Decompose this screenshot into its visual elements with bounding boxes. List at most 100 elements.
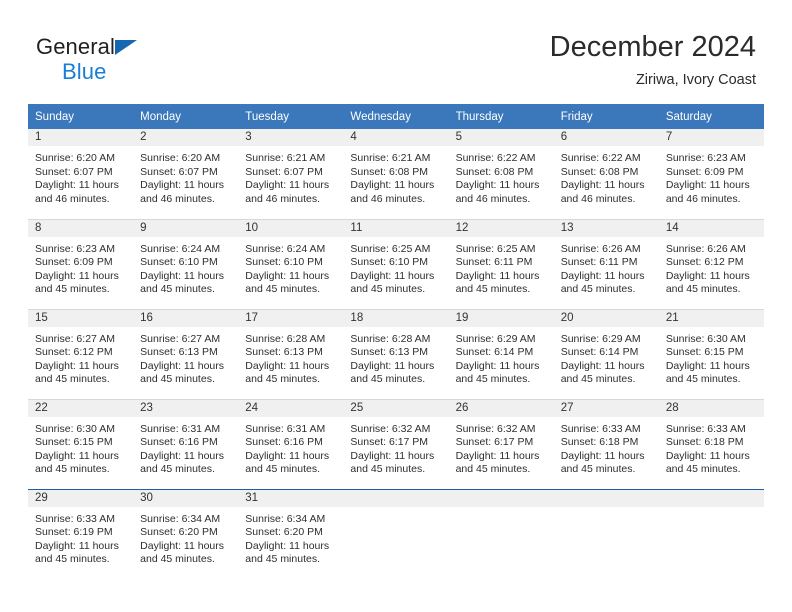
daylight-text-line1: Daylight: 11 hours: [140, 359, 224, 372]
calendar-day-cell[interactable]: 31 Sunrise: 6:34 AM Sunset: 6:20 PM Dayligh…: [238, 488, 344, 574]
day-details: Sunrise: 6:33 AM Sunset: 6:18 PM Daylight:…: [554, 417, 659, 477]
weekday-header-tuesday: Tuesday: [238, 104, 344, 129]
day-cell-inner: 26 Sunrise: 6:32 AM Sunset: 6:17 PM Dayligh…: [448, 399, 554, 477]
daylight-text-line1: Daylight: 11 hours: [140, 179, 224, 192]
day-details: Sunrise: 6:22 AM Sunset: 6:08 PM Daylight:…: [449, 146, 554, 206]
sunrise-text: Sunrise: 6:28 AM: [245, 332, 326, 345]
sunrise-text: Sunrise: 6:24 AM: [245, 242, 326, 255]
calendar-day-cell[interactable]: 12 Sunrise: 6:25 AM Sunset: 6:11 PM Dayligh…: [448, 218, 554, 309]
daylight-text-line2: and 45 minutes.: [245, 283, 320, 296]
calendar-day-cell[interactable]: 1 Sunrise: 6:20 AM Sunset: 6:07 PM Daylight…: [28, 129, 134, 219]
calendar-day-cell[interactable]: 24 Sunrise: 6:31 AM Sunset: 6:16 PM Dayligh…: [238, 398, 344, 489]
sunrise-text: Sunrise: 6:20 AM: [35, 152, 115, 164]
daylight-text-line1: Daylight: 11 hours: [455, 449, 540, 462]
day-details: Sunrise: 6:34 AM Sunset: 6:20 PM Daylight:…: [238, 507, 343, 567]
calendar-day-cell[interactable]: 13 Sunrise: 6:26 AM Sunset: 6:11 PM Dayligh…: [553, 218, 659, 309]
day-cell-inner: 30 Sunrise: 6:34 AM Sunset: 6:20 PM Dayligh…: [133, 489, 239, 567]
daylight-text-line2: and 45 minutes.: [140, 373, 215, 386]
sunrise-text: Sunrise: 6:25 AM: [455, 242, 536, 255]
calendar-day-cell[interactable]: [553, 488, 659, 574]
sunrise-text: Sunrise: 6:34 AM: [140, 512, 221, 525]
day-number: 8: [28, 219, 134, 237]
calendar-day-cell[interactable]: 28 Sunrise: 6:33 AM Sunset: 6:18 PM Dayligh…: [658, 398, 764, 489]
day-number: 6: [553, 129, 659, 146]
sunset-text: Sunset: 6:11 PM: [455, 256, 533, 269]
calendar-day-cell[interactable]: [658, 488, 764, 574]
calendar-day-cell[interactable]: 9 Sunrise: 6:24 AM Sunset: 6:10 PM Daylight…: [133, 218, 239, 309]
day-cell-inner: 22 Sunrise: 6:30 AM Sunset: 6:15 PM Dayligh…: [28, 399, 134, 477]
sunrise-text: Sunrise: 6:33 AM: [665, 422, 746, 435]
day-details: Sunrise: 6:32 AM Sunset: 6:17 PM Daylight:…: [343, 417, 448, 477]
day-number: 11: [343, 219, 449, 237]
day-number: 12: [448, 219, 554, 237]
day-details: [449, 507, 554, 513]
calendar-day-cell[interactable]: 17 Sunrise: 6:28 AM Sunset: 6:13 PM Dayligh…: [238, 308, 344, 399]
day-cell-inner: 1 Sunrise: 6:20 AM Sunset: 6:07 PM Daylight…: [28, 129, 134, 206]
calendar-day-cell[interactable]: 29 Sunrise: 6:33 AM Sunset: 6:19 PM Dayligh…: [28, 488, 134, 574]
calendar-day-cell[interactable]: 19 Sunrise: 6:29 AM Sunset: 6:14 PM Dayligh…: [448, 308, 554, 399]
calendar-day-cell[interactable]: [448, 488, 554, 574]
calendar-day-cell[interactable]: 23 Sunrise: 6:31 AM Sunset: 6:16 PM Dayligh…: [133, 398, 239, 489]
calendar-day-cell[interactable]: 8 Sunrise: 6:23 AM Sunset: 6:09 PM Daylight…: [28, 218, 134, 309]
calendar-day-cell[interactable]: 18 Sunrise: 6:28 AM Sunset: 6:13 PM Dayligh…: [343, 308, 449, 399]
daylight-text-line1: Daylight: 11 hours: [560, 359, 645, 372]
general-blue-logo[interactable]: General Blue: [36, 36, 137, 83]
day-details: Sunrise: 6:30 AM Sunset: 6:15 PM Daylight:…: [28, 417, 133, 477]
day-cell-inner: [553, 489, 659, 513]
calendar-day-cell[interactable]: 26 Sunrise: 6:32 AM Sunset: 6:17 PM Dayligh…: [448, 398, 554, 489]
sunrise-text: Sunrise: 6:33 AM: [560, 422, 641, 435]
day-details: Sunrise: 6:28 AM Sunset: 6:13 PM Daylight:…: [238, 327, 343, 387]
calendar-day-cell[interactable]: 10 Sunrise: 6:24 AM Sunset: 6:10 PM Dayligh…: [238, 218, 344, 309]
day-cell-inner: 4 Sunrise: 6:21 AM Sunset: 6:08 PM Daylight…: [343, 129, 449, 206]
day-details: Sunrise: 6:24 AM Sunset: 6:10 PM Daylight:…: [133, 237, 238, 297]
sunset-text: Sunset: 6:17 PM: [350, 436, 429, 449]
day-cell-inner: 6 Sunrise: 6:22 AM Sunset: 6:08 PM Daylight…: [553, 129, 659, 206]
sunrise-text: Sunrise: 6:28 AM: [350, 332, 431, 345]
day-details: Sunrise: 6:33 AM Sunset: 6:18 PM Daylight:…: [659, 417, 764, 477]
daylight-text-line1: Daylight: 11 hours: [665, 359, 750, 372]
daylight-text-line1: Daylight: 11 hours: [455, 269, 540, 282]
calendar-day-cell[interactable]: 11 Sunrise: 6:25 AM Sunset: 6:10 PM Dayligh…: [343, 218, 449, 309]
day-number: 1: [28, 129, 134, 146]
calendar-day-cell[interactable]: [343, 488, 449, 574]
daylight-text-line2: and 45 minutes.: [455, 373, 531, 386]
calendar-day-cell[interactable]: 3 Sunrise: 6:21 AM Sunset: 6:07 PM Daylight…: [238, 129, 344, 219]
day-cell-inner: 29 Sunrise: 6:33 AM Sunset: 6:19 PM Dayligh…: [28, 489, 134, 567]
calendar-day-cell[interactable]: 25 Sunrise: 6:32 AM Sunset: 6:17 PM Dayligh…: [343, 398, 449, 489]
daylight-text-line2: and 46 minutes.: [455, 192, 531, 205]
daylight-text-line2: and 45 minutes.: [245, 553, 320, 566]
day-number: 7: [658, 129, 764, 146]
calendar-day-cell[interactable]: 4 Sunrise: 6:21 AM Sunset: 6:08 PM Daylight…: [343, 129, 449, 219]
calendar-day-cell[interactable]: 30 Sunrise: 6:34 AM Sunset: 6:20 PM Dayligh…: [133, 488, 239, 574]
daylight-text-line1: Daylight: 11 hours: [245, 359, 330, 372]
day-details: Sunrise: 6:34 AM Sunset: 6:20 PM Daylight:…: [133, 507, 238, 567]
sunrise-text: Sunrise: 6:22 AM: [560, 152, 641, 164]
sunrise-text: Sunrise: 6:26 AM: [560, 242, 641, 255]
calendar-day-cell[interactable]: 22 Sunrise: 6:30 AM Sunset: 6:15 PM Dayligh…: [28, 398, 134, 489]
sunset-text: Sunset: 6:08 PM: [350, 165, 429, 178]
daylight-text-line2: and 46 minutes.: [560, 192, 636, 205]
calendar-day-cell[interactable]: 15 Sunrise: 6:27 AM Sunset: 6:12 PM Dayligh…: [28, 308, 134, 399]
calendar-week-row: 15 Sunrise: 6:27 AM Sunset: 6:12 PM Dayligh…: [28, 308, 764, 399]
daylight-text-line2: and 46 minutes.: [35, 192, 110, 205]
day-number: 16: [133, 309, 239, 327]
calendar-day-cell[interactable]: 2 Sunrise: 6:20 AM Sunset: 6:07 PM Daylight…: [133, 129, 239, 219]
day-cell-inner: 15 Sunrise: 6:27 AM Sunset: 6:12 PM Dayligh…: [28, 309, 134, 387]
day-cell-inner: 10 Sunrise: 6:24 AM Sunset: 6:10 PM Dayligh…: [238, 219, 344, 297]
calendar-day-cell[interactable]: 27 Sunrise: 6:33 AM Sunset: 6:18 PM Dayligh…: [553, 398, 659, 489]
calendar-day-cell[interactable]: 20 Sunrise: 6:29 AM Sunset: 6:14 PM Dayligh…: [553, 308, 659, 399]
sunset-text: Sunset: 6:11 PM: [560, 256, 638, 269]
calendar-day-cell[interactable]: 6 Sunrise: 6:22 AM Sunset: 6:08 PM Daylight…: [553, 129, 659, 219]
calendar-day-cell[interactable]: 16 Sunrise: 6:27 AM Sunset: 6:13 PM Dayligh…: [133, 308, 239, 399]
daylight-text-line2: and 45 minutes.: [560, 373, 636, 386]
calendar-day-cell[interactable]: 7 Sunrise: 6:23 AM Sunset: 6:09 PM Daylight…: [658, 129, 764, 219]
calendar-day-cell[interactable]: 5 Sunrise: 6:22 AM Sunset: 6:08 PM Daylight…: [448, 129, 554, 219]
daylight-text-line2: and 45 minutes.: [140, 283, 215, 296]
calendar-day-cell[interactable]: 21 Sunrise: 6:30 AM Sunset: 6:15 PM Dayligh…: [658, 308, 764, 399]
day-cell-inner: 24 Sunrise: 6:31 AM Sunset: 6:16 PM Dayligh…: [238, 399, 344, 477]
sunrise-text: Sunrise: 6:31 AM: [140, 422, 221, 435]
daylight-text-line2: and 45 minutes.: [350, 373, 426, 386]
daylight-text-line2: and 46 minutes.: [665, 192, 741, 205]
calendar-day-cell[interactable]: 14 Sunrise: 6:26 AM Sunset: 6:12 PM Dayligh…: [658, 218, 764, 309]
sunset-text: Sunset: 6:13 PM: [245, 346, 323, 359]
